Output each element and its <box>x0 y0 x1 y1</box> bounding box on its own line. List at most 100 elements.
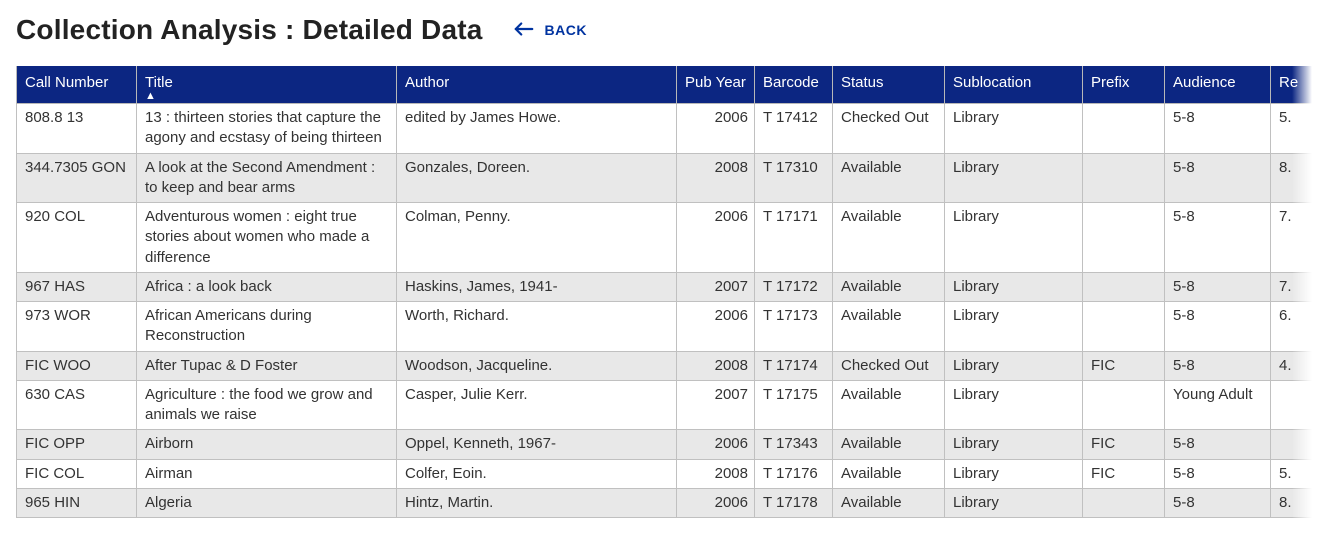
cell-status: Available <box>833 488 945 517</box>
cell-sublocation: Library <box>945 488 1083 517</box>
table-row[interactable]: 630 CASAgriculture : the food we grow an… <box>17 380 1313 430</box>
cell-sublocation: Library <box>945 302 1083 352</box>
column-header-audience[interactable]: Audience <box>1165 66 1271 104</box>
cell-re: 4. <box>1271 351 1313 380</box>
column-header-call_number[interactable]: Call Number <box>17 66 137 104</box>
cell-call_number: 967 HAS <box>17 272 137 301</box>
cell-audience: 5-8 <box>1165 272 1271 301</box>
column-header-barcode[interactable]: Barcode <box>755 66 833 104</box>
cell-audience: 5-8 <box>1165 203 1271 273</box>
cell-re: 8. <box>1271 488 1313 517</box>
cell-audience: 5-8 <box>1165 459 1271 488</box>
cell-author: Woodson, Jacqueline. <box>397 351 677 380</box>
cell-pub_year: 2008 <box>677 459 755 488</box>
column-header-title[interactable]: Title▲ <box>137 66 397 104</box>
cell-sublocation: Library <box>945 351 1083 380</box>
sort-asc-icon: ▲ <box>145 91 388 101</box>
table-row[interactable]: 973 WORAfrican Americans during Reconstr… <box>17 302 1313 352</box>
back-button[interactable]: BACK <box>513 18 587 43</box>
cell-barcode: T 17173 <box>755 302 833 352</box>
cell-status: Available <box>833 459 945 488</box>
column-header-label: Prefix <box>1091 74 1129 91</box>
cell-sublocation: Library <box>945 104 1083 154</box>
cell-status: Checked Out <box>833 104 945 154</box>
cell-prefix <box>1083 272 1165 301</box>
cell-call_number: FIC COL <box>17 459 137 488</box>
table-row[interactable]: FIC COLAirmanColfer, Eoin.2008T 17176Ava… <box>17 459 1313 488</box>
table-row[interactable]: 920 COLAdventurous women : eight true st… <box>17 203 1313 273</box>
cell-call_number: 973 WOR <box>17 302 137 352</box>
cell-prefix: FIC <box>1083 430 1165 459</box>
column-header-label: Barcode <box>763 74 819 91</box>
cell-status: Available <box>833 203 945 273</box>
cell-sublocation: Library <box>945 272 1083 301</box>
cell-re: 5. <box>1271 104 1313 154</box>
cell-barcode: T 17172 <box>755 272 833 301</box>
cell-call_number: FIC OPP <box>17 430 137 459</box>
cell-title: Airman <box>137 459 397 488</box>
column-header-label: Audience <box>1173 74 1236 91</box>
cell-barcode: T 17310 <box>755 153 833 203</box>
cell-title: Agriculture : the food we grow and anima… <box>137 380 397 430</box>
cell-status: Available <box>833 272 945 301</box>
cell-status: Available <box>833 430 945 459</box>
cell-sublocation: Library <box>945 380 1083 430</box>
cell-prefix <box>1083 104 1165 154</box>
cell-re: 7. <box>1271 272 1313 301</box>
cell-prefix <box>1083 380 1165 430</box>
cell-prefix: FIC <box>1083 351 1165 380</box>
table-row[interactable]: 965 HINAlgeriaHintz, Martin.2006T 17178A… <box>17 488 1313 517</box>
table-row[interactable]: FIC WOOAfter Tupac & D FosterWoodson, Ja… <box>17 351 1313 380</box>
column-header-pub_year[interactable]: Pub Year <box>677 66 755 104</box>
cell-title: 13 : thirteen stories that capture the a… <box>137 104 397 154</box>
cell-status: Available <box>833 380 945 430</box>
cell-re <box>1271 380 1313 430</box>
column-header-re[interactable]: Re <box>1271 66 1313 104</box>
cell-pub_year: 2006 <box>677 104 755 154</box>
cell-author: Oppel, Kenneth, 1967- <box>397 430 677 459</box>
cell-title: Africa : a look back <box>137 272 397 301</box>
cell-prefix <box>1083 302 1165 352</box>
column-header-prefix[interactable]: Prefix <box>1083 66 1165 104</box>
column-header-label: Sublocation <box>953 74 1031 91</box>
cell-re: 5. <box>1271 459 1313 488</box>
cell-status: Available <box>833 302 945 352</box>
cell-barcode: T 17171 <box>755 203 833 273</box>
cell-sublocation: Library <box>945 459 1083 488</box>
column-header-label: Pub Year <box>685 74 746 91</box>
column-header-author[interactable]: Author <box>397 66 677 104</box>
table-row[interactable]: 344.7305 GONA look at the Second Amendme… <box>17 153 1313 203</box>
cell-status: Available <box>833 153 945 203</box>
cell-sublocation: Library <box>945 430 1083 459</box>
cell-audience: Young Adult <box>1165 380 1271 430</box>
cell-pub_year: 2008 <box>677 153 755 203</box>
cell-pub_year: 2007 <box>677 272 755 301</box>
column-header-label: Title <box>145 74 173 91</box>
column-header-sublocation[interactable]: Sublocation <box>945 66 1083 104</box>
column-header-label: Call Number <box>25 74 108 91</box>
table-row[interactable]: 808.8 1313 : thirteen stories that captu… <box>17 104 1313 154</box>
cell-status: Checked Out <box>833 351 945 380</box>
cell-barcode: T 17178 <box>755 488 833 517</box>
column-header-label: Re <box>1279 74 1298 91</box>
table-row[interactable]: 967 HASAfrica : a look backHaskins, Jame… <box>17 272 1313 301</box>
column-header-status[interactable]: Status <box>833 66 945 104</box>
cell-pub_year: 2006 <box>677 203 755 273</box>
cell-author: Gonzales, Doreen. <box>397 153 677 203</box>
cell-author: Hintz, Martin. <box>397 488 677 517</box>
cell-audience: 5-8 <box>1165 302 1271 352</box>
cell-call_number: FIC WOO <box>17 351 137 380</box>
cell-author: Colfer, Eoin. <box>397 459 677 488</box>
cell-barcode: T 17174 <box>755 351 833 380</box>
cell-title: Airborn <box>137 430 397 459</box>
cell-barcode: T 17412 <box>755 104 833 154</box>
cell-call_number: 630 CAS <box>17 380 137 430</box>
cell-author: Colman, Penny. <box>397 203 677 273</box>
cell-title: After Tupac & D Foster <box>137 351 397 380</box>
cell-author: edited by James Howe. <box>397 104 677 154</box>
cell-prefix <box>1083 153 1165 203</box>
cell-re <box>1271 430 1313 459</box>
cell-prefix <box>1083 203 1165 273</box>
cell-sublocation: Library <box>945 153 1083 203</box>
table-row[interactable]: FIC OPPAirbornOppel, Kenneth, 1967-2006T… <box>17 430 1313 459</box>
